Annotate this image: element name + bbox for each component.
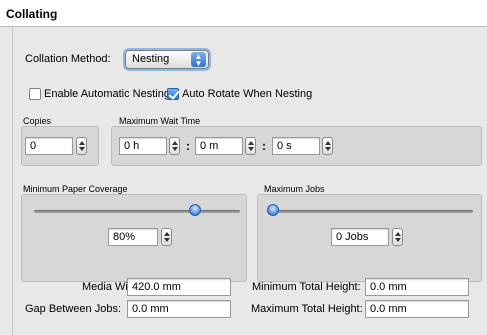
collation-method-value: Nesting: [132, 53, 170, 65]
max-jobs-label: Maximum Jobs: [264, 184, 325, 194]
panel-body: Collation Method: Nesting ▲ ▼ Enable Auto…: [12, 27, 487, 335]
panel-title: Collating: [6, 7, 58, 21]
max-jobs-slider-track[interactable]: [267, 210, 473, 213]
wait-seconds-value: 0 s: [277, 140, 292, 152]
auto-rotate-label: Auto Rotate When Nesting: [182, 88, 313, 100]
time-separator: :: [186, 139, 190, 153]
max-jobs-field[interactable]: 0 Jobs: [331, 228, 389, 246]
time-separator: :: [262, 139, 266, 153]
media-width-field[interactable]: 420.0 mm: [127, 278, 231, 296]
collating-panel: Collating Collation Method: Nesting ▲ ▼ E…: [0, 0, 487, 335]
gap-between-jobs-label: Gap Between Jobs:: [25, 303, 122, 315]
paper-coverage-field[interactable]: 80%: [108, 228, 158, 246]
paper-coverage-stepper[interactable]: [161, 228, 172, 246]
copies-field[interactable]: 0: [25, 137, 73, 155]
collation-method-popup[interactable]: Nesting ▲ ▼: [125, 50, 209, 69]
min-paper-coverage-label: Minimum Paper Coverage: [23, 184, 128, 194]
paper-coverage-slider-track[interactable]: [34, 210, 240, 213]
wait-hours-field[interactable]: 0 h: [119, 137, 167, 155]
wait-seconds-field[interactable]: 0 s: [272, 137, 320, 155]
gap-between-jobs-value: 0.0 mm: [132, 303, 169, 315]
max-wait-time-label: Maximum Wait Time: [119, 116, 201, 126]
wait-hours-value: 0 h: [124, 140, 140, 152]
min-total-height-field[interactable]: 0.0 mm: [365, 278, 469, 296]
wait-minutes-stepper[interactable]: [245, 137, 256, 155]
max-total-height-field[interactable]: 0.0 mm: [365, 300, 469, 318]
copies-stepper[interactable]: [76, 137, 87, 155]
panel-header: Collating: [0, 0, 487, 27]
wait-seconds-stepper[interactable]: [322, 137, 333, 155]
wait-minutes-value: 0 m: [200, 140, 219, 152]
media-width-value: 420.0 mm: [132, 281, 181, 293]
wait-hours-stepper[interactable]: [169, 137, 180, 155]
min-total-height-value: 0.0 mm: [370, 281, 407, 293]
copies-value: 0: [30, 140, 37, 152]
max-jobs-value: 0 Jobs: [336, 231, 369, 243]
auto-rotate-checkbox[interactable]: [167, 88, 179, 100]
enable-automatic-nesting-checkbox[interactable]: [29, 88, 41, 100]
gap-between-jobs-field[interactable]: 0.0 mm: [127, 300, 231, 318]
copies-label: Copies: [23, 116, 52, 126]
collation-method-label: Collation Method:: [25, 53, 111, 65]
enable-automatic-nesting-label: Enable Automatic Nesting: [44, 88, 170, 100]
max-total-height-label: Maximum Total Height:: [251, 303, 363, 315]
max-jobs-stepper[interactable]: [392, 228, 403, 246]
paper-coverage-value: 80%: [113, 231, 136, 243]
min-total-height-label: Minimum Total Height:: [252, 281, 361, 293]
max-total-height-value: 0.0 mm: [370, 303, 407, 315]
popup-arrows-icon: ▲ ▼: [191, 52, 206, 68]
wait-minutes-field[interactable]: 0 m: [195, 137, 243, 155]
max-jobs-slider-knob[interactable]: [267, 204, 279, 216]
